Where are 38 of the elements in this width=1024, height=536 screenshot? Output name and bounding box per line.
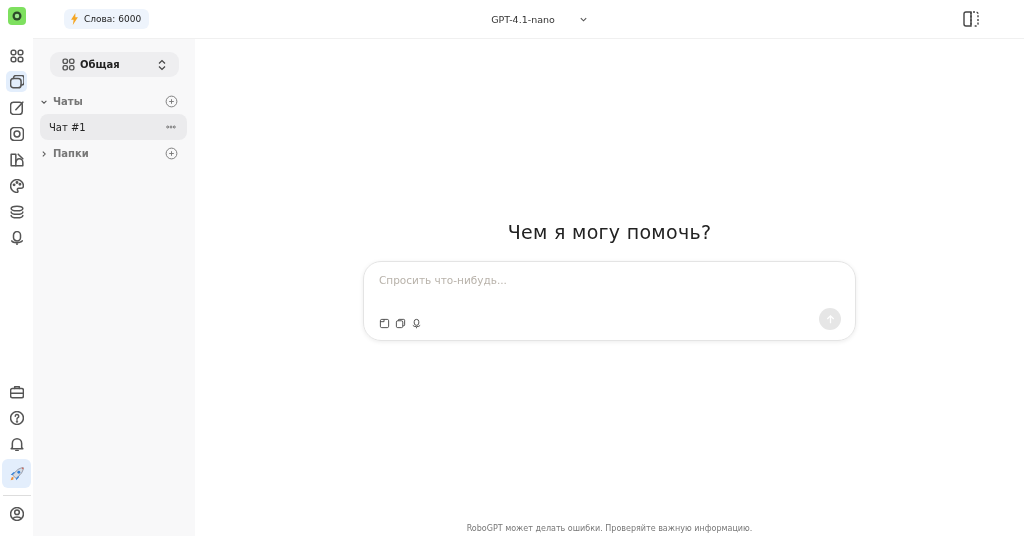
model-selector[interactable]: GPT-4.1-nano xyxy=(491,13,588,25)
image-stack-icon[interactable] xyxy=(395,318,406,329)
workspace-selector[interactable]: Общая xyxy=(50,52,179,77)
book-icon xyxy=(9,152,24,167)
main-heading: Чем я могу помочь? xyxy=(507,221,712,243)
section-toggle[interactable]: Папки xyxy=(40,148,89,159)
grid-icon xyxy=(9,48,24,63)
prompt-box[interactable]: Спросить что-нибудь... xyxy=(363,261,856,341)
chat-item[interactable]: Чат #1 xyxy=(40,114,187,140)
image-icon xyxy=(9,126,24,141)
chevron-right-icon xyxy=(40,149,48,158)
help-icon xyxy=(9,410,24,425)
disclaimer-text: RoboGPT может делать ошибки. Проверяйте важную информацию. xyxy=(466,524,753,535)
lightning-icon xyxy=(70,13,79,25)
prompt-field[interactable]: Спросить что-нибудь... xyxy=(379,274,840,304)
grid-icon xyxy=(62,58,75,71)
upgrade-button[interactable] xyxy=(2,459,31,488)
more-icon[interactable] xyxy=(166,125,176,129)
profile-icon xyxy=(9,506,24,521)
edit-icon xyxy=(9,100,24,115)
nav-button[interactable] xyxy=(6,71,27,92)
microphone-icon[interactable] xyxy=(411,318,422,329)
section-toggle[interactable]: Чаты xyxy=(40,96,83,107)
words-count: Слова: 6000 xyxy=(84,14,142,24)
chat-title: Чат #1 xyxy=(49,121,86,133)
file-icon[interactable] xyxy=(379,318,390,329)
bell-icon xyxy=(9,436,24,451)
add-icon[interactable] xyxy=(165,95,178,108)
add-icon[interactable] xyxy=(165,147,178,160)
arrow-up-icon xyxy=(824,313,836,325)
up-down-chevron-icon xyxy=(157,58,167,71)
briefcase-icon xyxy=(9,384,24,399)
chat-bubbles-icon xyxy=(9,74,24,89)
microphone-icon xyxy=(9,230,24,245)
palette-icon xyxy=(9,178,24,193)
sidebar-toggle-button[interactable] xyxy=(962,10,980,28)
layers-icon xyxy=(9,204,24,219)
logo-icon[interactable] xyxy=(7,7,26,25)
